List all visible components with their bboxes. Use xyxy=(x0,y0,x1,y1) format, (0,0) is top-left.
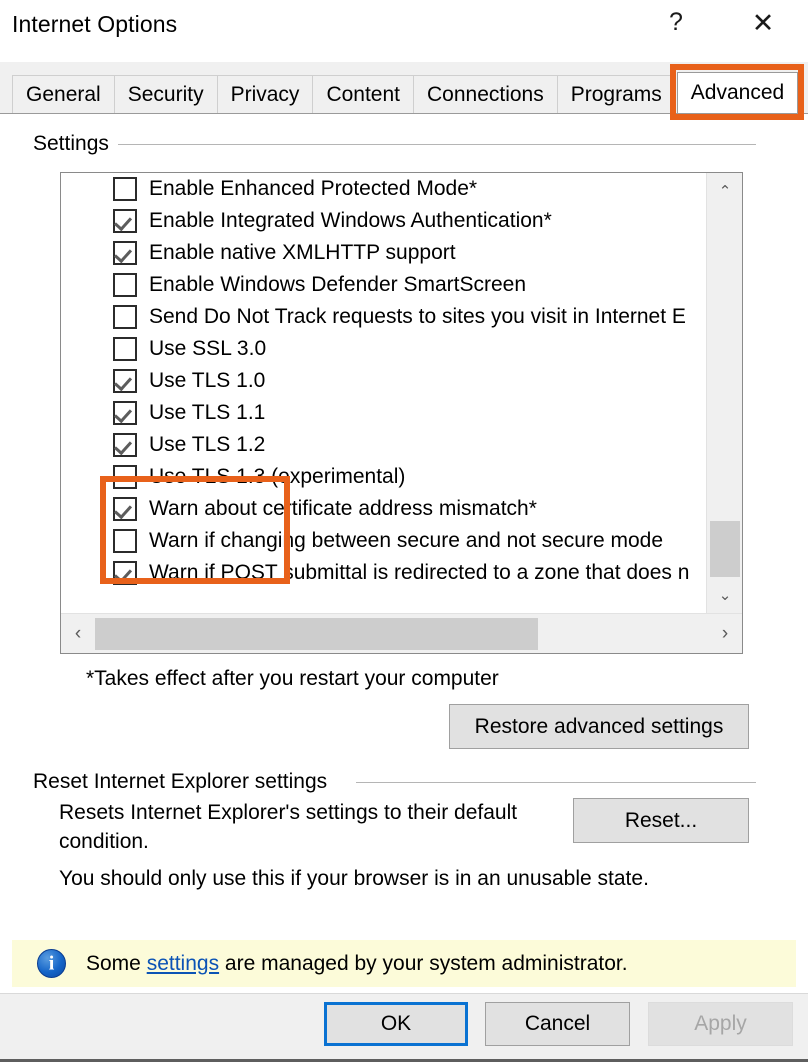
command-bar: OK Cancel Apply xyxy=(0,993,808,1062)
settings-option-label: Send Do Not Track requests to sites you … xyxy=(149,305,686,328)
reset-button[interactable]: Reset... xyxy=(573,798,749,843)
checkbox-checked-icon[interactable] xyxy=(113,401,137,425)
advanced-settings-listbox[interactable]: Enable Enhanced Protected Mode* Enable In… xyxy=(60,172,743,654)
settings-option-row[interactable]: Enable Windows Defender SmartScreen xyxy=(61,269,706,301)
settings-option-label: Enable Windows Defender SmartScreen xyxy=(149,273,527,296)
checkbox-checked-icon[interactable] xyxy=(113,209,137,233)
reset-group-divider xyxy=(356,782,756,783)
cancel-button[interactable]: Cancel xyxy=(485,1002,630,1046)
settings-option-row[interactable]: Warn about certificate address mismatch* xyxy=(61,493,706,525)
internet-options-dialog: Internet Options ? ✕ General Security Pr… xyxy=(0,0,808,1062)
settings-option-label: Use TLS 1.2 xyxy=(149,433,266,456)
title-bar: Internet Options ? ✕ xyxy=(0,0,808,62)
checkbox-checked-icon[interactable] xyxy=(113,433,137,457)
help-icon[interactable]: ? xyxy=(648,0,704,56)
checkbox-checked-icon[interactable] xyxy=(113,561,137,585)
checkbox-unchecked-icon[interactable] xyxy=(113,177,137,201)
settings-option-label: Use SSL 3.0 xyxy=(149,337,267,360)
settings-option-label: Use TLS 1.1 xyxy=(149,401,266,424)
restart-footnote: *Takes effect after you restart your com… xyxy=(86,667,499,690)
settings-option-label: Warn about certificate address mismatch* xyxy=(149,497,537,520)
reset-warning-text: You should only use this if your browser… xyxy=(59,867,649,890)
settings-option-row[interactable]: Send Do Not Track requests to sites you … xyxy=(61,301,706,333)
admin-notice-prefix: Some xyxy=(86,951,147,975)
checkbox-unchecked-icon[interactable] xyxy=(113,273,137,297)
settings-option-row[interactable]: Use TLS 1.3 (experimental) xyxy=(61,461,706,493)
tab-general[interactable]: General xyxy=(12,75,115,113)
settings-option-row[interactable]: Use SSL 3.0 xyxy=(61,333,706,365)
settings-option-row[interactable]: Use TLS 1.1 xyxy=(61,397,706,429)
settings-option-row[interactable]: Use TLS 1.2 xyxy=(61,429,706,461)
settings-option-label: Warn if POST submittal is redirected to … xyxy=(149,561,690,584)
tab-security[interactable]: Security xyxy=(113,75,218,113)
tab-advanced-wrapper: Advanced xyxy=(669,64,805,120)
tab-privacy[interactable]: Privacy xyxy=(216,75,314,113)
settings-option-label: Enable Integrated Windows Authentication… xyxy=(149,209,552,232)
settings-option-label: Use TLS 1.0 xyxy=(149,369,266,392)
scroll-left-icon[interactable]: ‹ xyxy=(61,614,95,653)
ok-button[interactable]: OK xyxy=(324,1002,468,1046)
tab-programs[interactable]: Programs xyxy=(556,75,676,113)
tab-strip: General Security Privacy Content Connect… xyxy=(0,62,808,120)
window-title: Internet Options xyxy=(12,11,178,37)
tab-list: General Security Privacy Content Connect… xyxy=(12,64,805,120)
settings-option-label: Enable native XMLHTTP support xyxy=(149,241,456,264)
settings-option-row[interactable]: Enable Enhanced Protected Mode* xyxy=(61,173,706,205)
advanced-tab-page: Settings Enable Enhanced Protected Mode*… xyxy=(0,113,808,993)
checkbox-unchecked-icon[interactable] xyxy=(113,465,137,489)
settings-option-row[interactable]: Warn if changing between secure and not … xyxy=(61,525,706,557)
settings-group-divider xyxy=(118,144,756,145)
horizontal-scrollbar[interactable]: ‹ › xyxy=(61,613,742,653)
scroll-right-icon[interactable]: › xyxy=(708,614,742,653)
settings-link[interactable]: settings xyxy=(147,952,219,975)
tab-content[interactable]: Content xyxy=(312,75,414,113)
checkbox-unchecked-icon[interactable] xyxy=(113,337,137,361)
vertical-scrollbar-thumb[interactable] xyxy=(710,521,740,577)
checkbox-checked-icon[interactable] xyxy=(113,241,137,265)
settings-option-row[interactable]: Enable Integrated Windows Authentication… xyxy=(61,205,706,237)
settings-group-label: Settings xyxy=(33,132,118,156)
tab-connections[interactable]: Connections xyxy=(413,75,558,113)
settings-option-row[interactable]: Use TLS 1.0 xyxy=(61,365,706,397)
vertical-scrollbar[interactable]: ⌃ ⌄ xyxy=(706,173,742,613)
tab-advanced[interactable]: Advanced xyxy=(676,72,799,113)
admin-notice-bar: Some settings are managed by your system… xyxy=(12,940,796,987)
admin-notice-suffix: are managed by your system administrator… xyxy=(219,951,628,975)
settings-option-label: Enable Enhanced Protected Mode* xyxy=(149,177,478,200)
settings-option-row[interactable]: Warn if POST submittal is redirected to … xyxy=(61,557,706,589)
horizontal-scrollbar-thumb[interactable] xyxy=(95,618,538,650)
settings-option-row[interactable]: Enable native XMLHTTP support xyxy=(61,237,706,269)
scroll-down-icon[interactable]: ⌄ xyxy=(707,577,742,613)
reset-description: Resets Internet Explorer's settings to t… xyxy=(59,801,518,853)
admin-notice-text: Some settings are managed by your system… xyxy=(86,952,628,976)
close-icon[interactable]: ✕ xyxy=(735,0,791,56)
scroll-up-icon[interactable]: ⌃ xyxy=(707,173,742,209)
settings-option-list[interactable]: Enable Enhanced Protected Mode* Enable In… xyxy=(61,173,706,613)
restore-advanced-settings-button[interactable]: Restore advanced settings xyxy=(449,704,749,749)
checkbox-checked-icon[interactable] xyxy=(113,369,137,393)
reset-group-label: Reset Internet Explorer settings xyxy=(33,770,338,794)
settings-option-label: Warn if changing between secure and not … xyxy=(149,529,664,552)
info-icon xyxy=(37,949,66,978)
checkbox-checked-icon[interactable] xyxy=(113,497,137,521)
checkbox-unchecked-icon[interactable] xyxy=(113,305,137,329)
checkbox-unchecked-icon[interactable] xyxy=(113,529,137,553)
apply-button: Apply xyxy=(648,1002,793,1046)
settings-option-label: Use TLS 1.3 (experimental) xyxy=(149,465,406,488)
